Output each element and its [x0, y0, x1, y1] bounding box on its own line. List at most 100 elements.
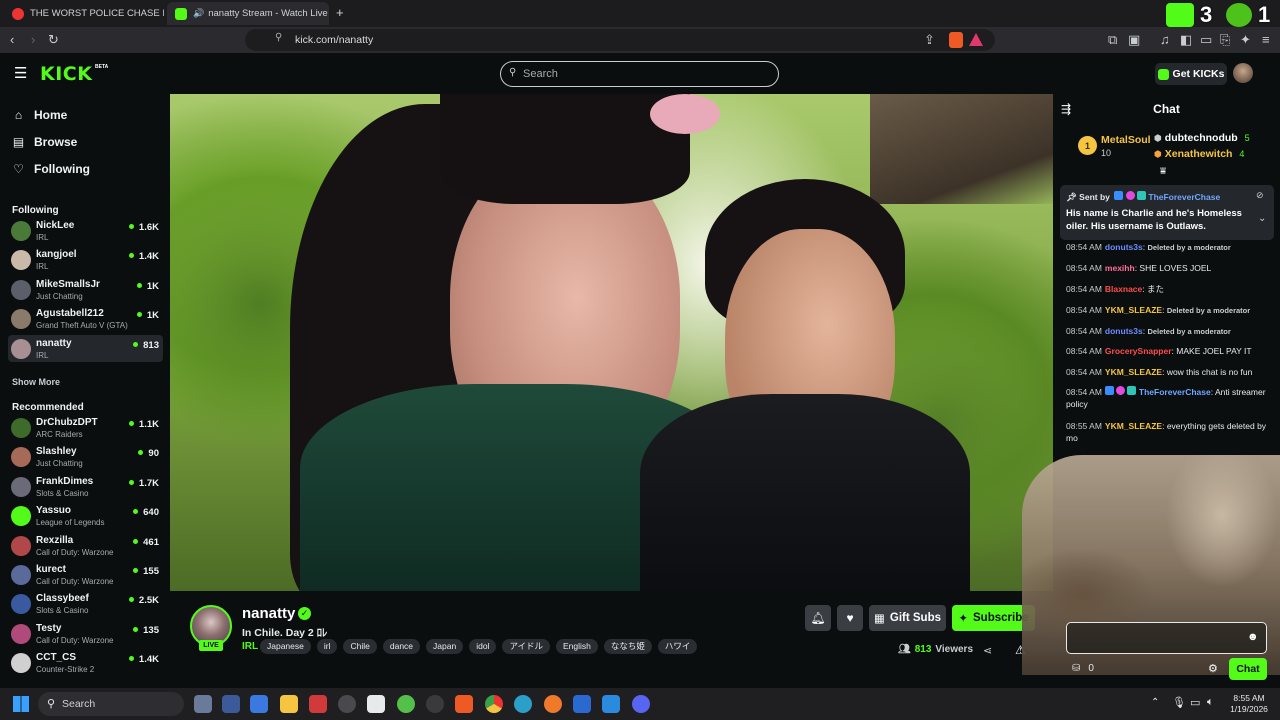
chat-message[interactable]: 08:55 AM YKM_SLEAZE: everything gets dele…	[1066, 420, 1276, 444]
widgets-icon[interactable]	[194, 695, 212, 713]
discord-icon[interactable]	[632, 695, 650, 713]
get-kicks-button[interactable]: Get KICKs	[1155, 63, 1227, 85]
file-explorer-icon[interactable]	[280, 695, 298, 713]
follow-button[interactable]: ♥	[837, 605, 863, 631]
show-more-link[interactable]: Show More	[12, 377, 60, 387]
site-info-icon[interactable]: ⚲	[275, 32, 282, 43]
expand-leaderboard-icon[interactable]: ⩸	[1160, 166, 1166, 177]
stream-tag[interactable]: irl	[316, 639, 338, 654]
unpin-icon[interactable]: ⊘	[1256, 190, 1264, 201]
nav-home[interactable]: ⌂ Home	[12, 108, 67, 122]
nav-browse[interactable]: ▤ Browse	[12, 135, 78, 149]
channel-item[interactable]: NickLee IRL 1.6K	[8, 217, 163, 244]
notification-bell-button[interactable]: 🔔︎	[805, 605, 831, 631]
chevron-down-icon[interactable]: ⌄	[1258, 213, 1266, 224]
forward-icon[interactable]: ›	[31, 27, 35, 53]
share-icon[interactable]: ⇪	[924, 27, 935, 53]
address-bar[interactable]: ⚲ kick.com/nanatty	[245, 29, 995, 51]
channel-item[interactable]: Testy Call of Duty: Warzone 135	[8, 620, 163, 647]
message-user[interactable]: YKM_SLEAZE	[1105, 305, 1162, 315]
windows-start-icon[interactable]	[13, 696, 29, 712]
app-icon[interactable]	[309, 695, 327, 713]
obs-icon[interactable]	[426, 695, 444, 713]
chat-message[interactable]: 08:54 AM GrocerySnapper: MAKE JOEL PAY IT	[1066, 345, 1276, 357]
back-icon[interactable]: ‹	[10, 27, 14, 53]
stream-tag[interactable]: Japan	[426, 639, 464, 654]
channel-item[interactable]: MikeSmallsJr Just Chatting 1K	[8, 276, 163, 303]
chat-message[interactable]: 08:54 AM Blaxnace: また	[1066, 283, 1276, 295]
channel-item[interactable]: Slashley Just Chatting 90	[8, 443, 163, 470]
taskbar-clock[interactable]: 8:55 AM 1/19/2026	[1224, 693, 1274, 715]
stream-tag[interactable]: アイドル	[502, 639, 551, 654]
reload-icon[interactable]: ↻	[48, 27, 59, 53]
new-tab-button[interactable]: +	[336, 5, 344, 20]
chat-message[interactable]: 08:54 AM TheForeverChase: Anti streamer p…	[1066, 386, 1276, 410]
message-user[interactable]: GrocerySnapper	[1105, 346, 1172, 356]
wallet-icon[interactable]: ▭	[1200, 27, 1212, 53]
channel-item[interactable]: CCT_CS Counter-Strike 2 1.4K	[8, 649, 163, 676]
copy-icon[interactable]: ⎘	[1220, 27, 1230, 53]
ai-icon[interactable]: ✦	[1240, 27, 1251, 53]
nav-following[interactable]: ♡ Following	[12, 162, 90, 176]
tray-chevron-icon[interactable]: ⌃	[1151, 697, 1159, 708]
search-input[interactable]: ⚲ Search	[500, 61, 779, 87]
message-user[interactable]: donuts3s	[1105, 242, 1143, 252]
message-user[interactable]: YKM_SLEAZE	[1105, 421, 1162, 431]
message-user[interactable]: TheForeverChase	[1139, 387, 1211, 397]
leaderboard-entry[interactable]: MetalSoul	[1101, 134, 1151, 146]
chrome-icon[interactable]	[485, 695, 503, 713]
browser-tab[interactable]: THE WORST POLICE CHASE I'VE EVER	[4, 2, 164, 25]
channel-item[interactable]: FrankDimes Slots & Casino 1.7K	[8, 473, 163, 500]
channel-item[interactable]: kangjoel IRL 1.4K	[8, 246, 163, 273]
message-user[interactable]: Blaxnace	[1105, 284, 1142, 294]
message-user[interactable]: YKM_SLEAZE	[1105, 367, 1162, 377]
music-icon[interactable]: ♫	[1160, 27, 1170, 53]
app-icon[interactable]	[573, 695, 591, 713]
app-icon[interactable]	[338, 695, 356, 713]
stream-tag[interactable]: dance	[382, 639, 421, 654]
extensions-icon[interactable]: ⧉	[1108, 27, 1117, 53]
channel-item[interactable]: Yassuo League of Legends 640	[8, 502, 163, 529]
points-display[interactable]: ⛁ 0	[1072, 663, 1094, 674]
streamer-name[interactable]: nanatty	[242, 605, 295, 622]
channel-item[interactable]: nanatty IRL 813	[8, 334, 163, 362]
leaderboard-entry[interactable]: ⬢ dubtechnodub 5	[1154, 132, 1250, 144]
firefox-icon[interactable]	[544, 695, 562, 713]
stream-tag[interactable]: ハワイ	[657, 639, 698, 654]
emoji-icon[interactable]: ☻	[1247, 631, 1259, 643]
vscode-icon[interactable]	[602, 695, 620, 713]
stream-tag[interactable]: idol	[469, 639, 497, 654]
microphone-icon[interactable]: 🎙︎	[1172, 696, 1186, 709]
video-player[interactable]: nanatty	[170, 94, 1053, 591]
chat-input[interactable]: ☻	[1066, 622, 1267, 654]
channel-item[interactable]: kurect Call of Duty: Warzone 155	[8, 561, 163, 588]
message-user[interactable]: donuts3s	[1105, 326, 1143, 336]
gift-subs-button[interactable]: ▦ Gift Subs	[869, 605, 946, 631]
chat-message[interactable]: 08:54 AM YKM_SLEAZE: wow this chat is no …	[1066, 366, 1276, 378]
edge-icon[interactable]	[514, 695, 532, 713]
chat-message[interactable]: 08:54 AM mexihh: SHE LOVES JOEL	[1066, 262, 1276, 274]
stream-tag[interactable]: Chile	[343, 639, 377, 654]
taskbar-search[interactable]: ⚲ Search	[38, 692, 184, 716]
message-user[interactable]: mexihh	[1105, 263, 1135, 273]
screenshot-icon[interactable]: ▣	[1128, 27, 1140, 53]
capcut-icon[interactable]	[367, 695, 385, 713]
channel-item[interactable]: Rexzilla Call of Duty: Warzone 461	[8, 532, 163, 559]
app-icon[interactable]	[222, 695, 240, 713]
channel-item[interactable]: Agustabell212 Grand Theft Auto V (GTA) 1K	[8, 305, 163, 332]
brave-shield-icon[interactable]	[949, 32, 963, 48]
channel-item[interactable]: DrChubzDPT ARC Raiders 1.1K	[8, 414, 163, 441]
hamburger-menu-icon[interactable]: ☰	[14, 64, 27, 82]
avatar[interactable]	[1233, 63, 1253, 83]
browser-tab-active[interactable]: 🔊 nanatty Stream - Watch Live o ✕	[167, 2, 329, 25]
app-icon[interactable]	[250, 695, 268, 713]
brave-rewards-icon[interactable]	[969, 33, 983, 46]
stream-category[interactable]: IRL	[242, 641, 258, 652]
stream-tag[interactable]: English	[556, 639, 598, 654]
brave-icon[interactable]	[455, 695, 473, 713]
chat-message[interactable]: 08:54 AM YKM_SLEAZE: Deleted by a moderat…	[1066, 304, 1276, 317]
stream-tag[interactable]: ななち姫	[603, 639, 652, 654]
network-icon[interactable]: ▭	[1190, 696, 1200, 709]
kick-logo[interactable]: KICK	[40, 63, 92, 85]
volume-icon[interactable]: 🔈︎	[1207, 696, 1214, 709]
